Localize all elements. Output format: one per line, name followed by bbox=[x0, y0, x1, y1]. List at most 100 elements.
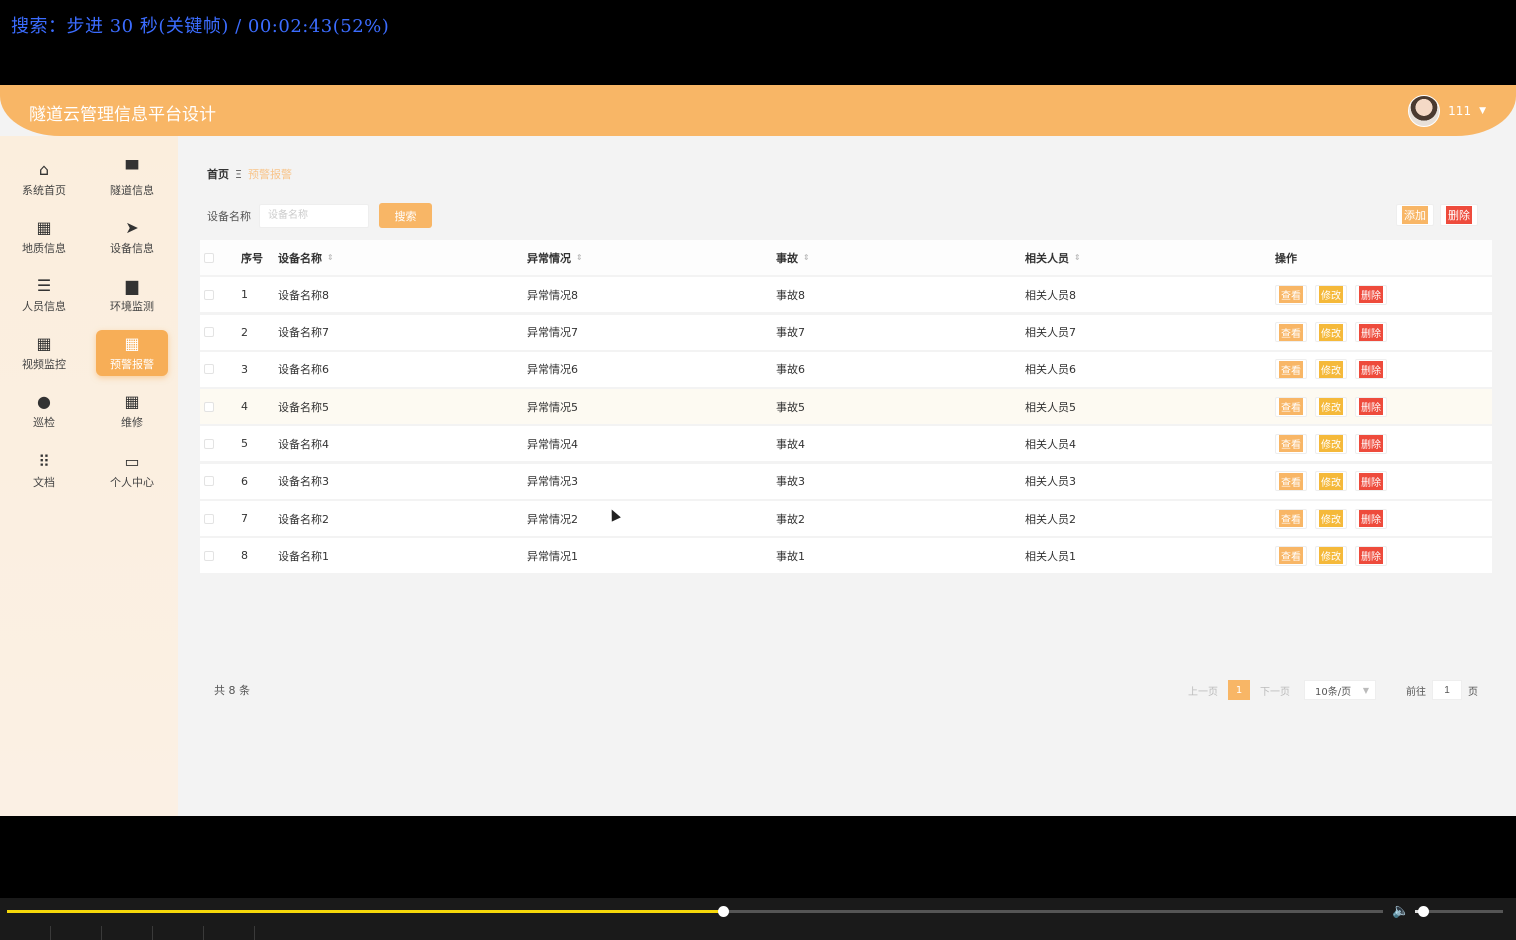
cell-ops: 查看 修改 删除 bbox=[1275, 538, 1387, 573]
cell-abnormal: 异常情况3 bbox=[527, 475, 578, 489]
sidebar-item-11[interactable]: ▭ 个人中心 bbox=[96, 448, 168, 494]
edit-button[interactable]: 修改 bbox=[1315, 471, 1347, 492]
table-row[interactable]: 4 设备名称5 异常情况5 事故5 相关人员5 查看 修改 删除 bbox=[200, 389, 1492, 425]
edit-button[interactable]: 修改 bbox=[1315, 359, 1347, 380]
view-button[interactable]: 查看 bbox=[1275, 322, 1307, 343]
control-button[interactable] bbox=[0, 926, 51, 940]
breadcrumb-home[interactable]: 首页 bbox=[207, 166, 229, 182]
row-checkbox[interactable] bbox=[204, 364, 214, 375]
view-button[interactable]: 查看 bbox=[1275, 359, 1307, 380]
avatar[interactable] bbox=[1408, 95, 1441, 127]
control-button[interactable] bbox=[51, 926, 102, 940]
card-icon: ▭ bbox=[124, 451, 140, 471]
view-button[interactable]: 查看 bbox=[1275, 284, 1307, 305]
add-button[interactable]: 添加 bbox=[1396, 204, 1434, 226]
edit-button[interactable]: 修改 bbox=[1315, 396, 1347, 417]
sidebar-item-2[interactable]: ▦ 地质信息 bbox=[8, 214, 80, 260]
view-button[interactable]: 查看 bbox=[1275, 545, 1307, 566]
table-row[interactable]: 3 设备名称6 异常情况6 事故6 相关人员6 查看 修改 删除 bbox=[200, 351, 1492, 387]
cell-abnormal: 异常情况7 bbox=[527, 326, 578, 340]
edit-label: 修改 bbox=[1319, 286, 1343, 304]
row-checkbox[interactable] bbox=[204, 550, 214, 561]
edit-button[interactable]: 修改 bbox=[1315, 433, 1347, 454]
view-label: 查看 bbox=[1279, 547, 1303, 565]
table-row[interactable]: 2 设备名称7 异常情况7 事故7 相关人员7 查看 修改 删除 bbox=[200, 314, 1492, 350]
sidebar-item-7[interactable]: ▦ 预警报警 bbox=[96, 330, 168, 376]
progress-fill bbox=[7, 910, 723, 913]
row-checkbox[interactable] bbox=[204, 513, 214, 524]
delete-button[interactable]: 删除 bbox=[1355, 322, 1387, 343]
table-row[interactable]: 5 设备名称4 异常情况4 事故4 相关人员4 查看 修改 删除 bbox=[200, 426, 1492, 462]
view-button[interactable]: 查看 bbox=[1275, 396, 1307, 417]
sidebar-item-6[interactable]: ▦ 视频监控 bbox=[8, 330, 80, 376]
app-title: 隧道云管理信息平台设计 bbox=[29, 105, 216, 125]
table-row[interactable]: 1 设备名称8 异常情况8 事故8 相关人员8 查看 修改 删除 bbox=[200, 277, 1492, 313]
sort-icon[interactable]: ⇕ bbox=[576, 253, 583, 262]
control-button[interactable] bbox=[204, 926, 255, 940]
sort-icon[interactable]: ⇕ bbox=[327, 253, 334, 262]
delete-button[interactable]: 删除 bbox=[1355, 433, 1387, 454]
delete-button[interactable]: 删除 bbox=[1355, 545, 1387, 566]
select-all-checkbox[interactable] bbox=[204, 252, 214, 263]
sidebar-item-label: 环境监测 bbox=[110, 299, 154, 313]
view-button[interactable]: 查看 bbox=[1275, 508, 1307, 529]
table-row[interactable]: 6 设备名称3 异常情况3 事故3 相关人员3 查看 修改 删除 bbox=[200, 463, 1492, 499]
header-accident[interactable]: 事故 ⇕ bbox=[776, 240, 810, 275]
progress-bar[interactable] bbox=[7, 906, 1383, 917]
header-abnormal[interactable]: 异常情况 ⇕ bbox=[527, 240, 583, 275]
search-button[interactable]: 搜索 bbox=[379, 203, 432, 228]
row-checkbox[interactable] bbox=[204, 401, 214, 412]
delete-label: 删除 bbox=[1359, 286, 1383, 304]
batch-delete-button[interactable]: 删除 bbox=[1440, 204, 1478, 226]
delete-button[interactable]: 删除 bbox=[1355, 396, 1387, 417]
edit-button[interactable]: 修改 bbox=[1315, 545, 1347, 566]
search-label: 设备名称 bbox=[207, 209, 251, 223]
sidebar-item-3[interactable]: ➤ 设备信息 bbox=[96, 214, 168, 260]
sidebar: ⌂ 系统首页 ▀ 隧道信息 ▦ 地质信息 ➤ 设备信息 ☰ 人员信息 ▆ 环境监测 ▦ 视频监控 ▦ 预警报警… bbox=[0, 136, 178, 816]
edit-button[interactable]: 修改 bbox=[1315, 508, 1347, 529]
page-size-select[interactable]: 10条/页 ▼ bbox=[1304, 680, 1376, 700]
row-checkbox[interactable] bbox=[204, 476, 214, 487]
header-name[interactable]: 设备名称 ⇕ bbox=[278, 240, 334, 275]
prev-page-button[interactable]: 上一页 bbox=[1188, 683, 1218, 698]
header-person[interactable]: 相关人员 ⇕ bbox=[1025, 240, 1081, 275]
goto-page-input[interactable] bbox=[1432, 680, 1462, 700]
view-button[interactable]: 查看 bbox=[1275, 433, 1307, 454]
edit-button[interactable]: 修改 bbox=[1315, 284, 1347, 305]
message-icon: ▀ bbox=[125, 159, 139, 179]
sidebar-item-8[interactable]: ● 巡检 bbox=[8, 388, 80, 434]
progress-handle[interactable] bbox=[717, 906, 729, 917]
table-row[interactable]: 8 设备名称1 异常情况1 事故1 相关人员1 查看 修改 删除 bbox=[200, 538, 1492, 574]
delete-button[interactable]: 删除 bbox=[1355, 471, 1387, 492]
cell-name: 设备名称1 bbox=[278, 549, 329, 563]
edit-button[interactable]: 修改 bbox=[1315, 322, 1347, 343]
delete-button[interactable]: 删除 bbox=[1355, 284, 1387, 305]
delete-button[interactable]: 删除 bbox=[1355, 359, 1387, 380]
row-checkbox[interactable] bbox=[204, 438, 214, 449]
user-menu[interactable]: 111 ▼ bbox=[1408, 95, 1486, 127]
sidebar-item-10[interactable]: ⠿ 文档 bbox=[8, 448, 80, 494]
control-button[interactable] bbox=[102, 926, 153, 940]
volume-handle[interactable] bbox=[1417, 906, 1429, 917]
sidebar-item-label: 人员信息 bbox=[22, 299, 66, 313]
sidebar-item-4[interactable]: ☰ 人员信息 bbox=[8, 272, 80, 318]
sidebar-item-0[interactable]: ⌂ 系统首页 bbox=[8, 156, 80, 202]
delete-button[interactable]: 删除 bbox=[1355, 508, 1387, 529]
volume-slider[interactable] bbox=[1415, 906, 1503, 917]
sort-icon[interactable]: ⇕ bbox=[1074, 253, 1081, 262]
next-page-button[interactable]: 下一页 bbox=[1260, 683, 1290, 698]
row-checkbox[interactable] bbox=[204, 327, 214, 338]
sidebar-item-1[interactable]: ▀ 隧道信息 bbox=[96, 156, 168, 202]
view-button[interactable]: 查看 bbox=[1275, 471, 1307, 492]
sidebar-item-9[interactable]: ▦ 维修 bbox=[96, 388, 168, 434]
goto-label: 前往 bbox=[1406, 686, 1426, 698]
sort-icon[interactable]: ⇕ bbox=[803, 253, 810, 262]
control-button[interactable] bbox=[153, 926, 204, 940]
row-checkbox[interactable] bbox=[204, 289, 214, 300]
sidebar-item-5[interactable]: ▆ 环境监测 bbox=[96, 272, 168, 318]
table-row[interactable]: 7 设备名称2 异常情况2 事故2 相关人员2 查看 修改 删除 bbox=[200, 501, 1492, 537]
volume-icon[interactable]: 🔈 bbox=[1392, 903, 1409, 919]
player-controls: 🔈 bbox=[0, 898, 1516, 940]
page-number-button[interactable]: 1 bbox=[1228, 680, 1250, 700]
search-input[interactable] bbox=[259, 203, 369, 228]
